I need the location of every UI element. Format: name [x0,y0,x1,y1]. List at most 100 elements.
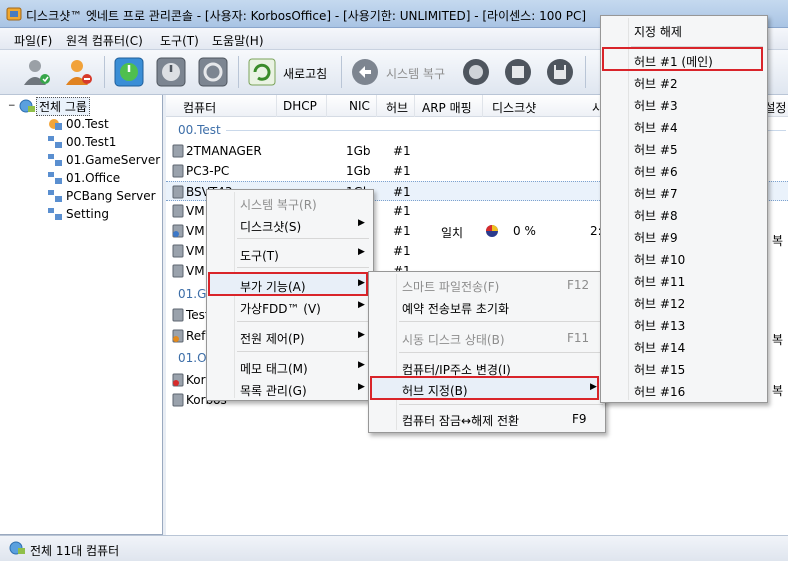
menu-tools[interactable]: 도구(T) [160,32,199,49]
submenu-arrow-icon: ▶ [358,247,365,257]
row-computer-name: Ref [186,329,206,343]
network-globe-icon [9,541,25,555]
toolbar-separator [341,56,342,88]
group-tree: − 전체 그룹 00.Test 00.Test1 01.GameServer 0… [0,95,163,535]
tree-item-01-gameserver[interactable]: 01.GameServer [46,151,162,169]
menu-hub-9[interactable]: 허브 #9 [604,225,764,247]
row-hub: #1 [393,224,411,238]
disk-icon[interactable] [459,55,493,89]
status-text: 전체 11대 컴퓨터 [30,544,120,558]
row-fragment: 복 [772,384,784,398]
menu-diskshot[interactable]: 디스크샷(S) ▶ [210,214,370,236]
reboot-icon[interactable] [196,55,230,89]
menu-tools-sub[interactable]: 도구(T) ▶ [210,243,370,265]
menu-list-management[interactable]: 목록 관리(G) ▶ [210,378,370,400]
power-on-icon[interactable] [112,55,146,89]
computer-alert-icon [172,224,184,238]
row-nic: 1Gb [346,144,371,158]
menu-toggle-lock[interactable]: 컴퓨터 잠금↔해제 전환 F9 [372,408,602,430]
menu-hub-8[interactable]: 허브 #8 [604,203,764,225]
col-hub[interactable]: 허브 [386,99,408,116]
system-restore-button[interactable]: 시스템 복구 [386,65,445,82]
group-network-icon [48,136,62,148]
refresh-icon[interactable] [245,55,279,89]
menu-remote-computer[interactable]: 원격 컴퓨터(C) [66,32,143,49]
row-computer-name: VM [186,244,205,258]
status-bar: 전체 11대 컴퓨터 [0,535,788,561]
user-logout-icon[interactable] [62,55,96,89]
row-hub: #1 [393,204,411,218]
row-computer-name: PC3-PC [186,164,230,178]
menu-hub-16[interactable]: 허브 #16 [604,379,764,401]
tree-item-01-office[interactable]: 01.Office [46,169,122,187]
menu-virtual-fdd[interactable]: 가상FDD™ (V) ▶ [210,296,370,318]
computer-icon [172,264,184,278]
row-computer-name: Kor [186,373,206,387]
computer-alert-icon [172,373,184,387]
power-off-icon[interactable] [154,55,188,89]
tree-item-label: PCBang Server [66,189,156,203]
menu-hub-7[interactable]: 허브 #7 [604,181,764,203]
menu-memo-tag[interactable]: 메모 태그(M) ▶ [210,356,370,378]
menu-reset-transfer-hold[interactable]: 예약 전송보류 초기화 [372,296,602,318]
row-diskshot: 0 % [513,224,536,238]
col-dhcp[interactable]: DHCP [283,99,317,113]
highlight-box [602,47,763,71]
row-fragment: 복 [772,234,784,248]
col-computer[interactable]: 컴퓨터 [183,99,216,116]
tree-item-label: 00.Test [66,117,109,131]
menu-hub-3[interactable]: 허브 #3 [604,93,764,115]
menu-hub-11[interactable]: 허브 #11 [604,269,764,291]
computer-alert-icon [172,329,184,343]
computer-icon [172,204,184,218]
stop-icon[interactable] [501,55,535,89]
tree-item-setting[interactable]: Setting [46,205,111,223]
col-arp[interactable]: ARP 매핑 [422,99,472,116]
menu-boot-disk-status[interactable]: 시동 디스크 상태(B) F11 [372,327,602,349]
menu-hub-12[interactable]: 허브 #12 [604,291,764,313]
row-hub: #1 [393,164,411,178]
group-network-icon [49,119,62,130]
row-computer-name: VM [186,204,205,218]
computer-icon [172,393,184,407]
group-header: 00.Test [178,123,221,137]
refresh-button[interactable]: 새로고침 [283,65,327,82]
menu-hub-5[interactable]: 허브 #5 [604,137,764,159]
tree-item-00-test[interactable]: 00.Test [46,115,111,133]
computer-icon [172,308,184,322]
menu-file[interactable]: 파일(F) [14,32,52,49]
computer-icon [172,244,184,258]
row-computer-name: 2TMANAGER [186,144,262,158]
menu-hub-10[interactable]: 허브 #10 [604,247,764,269]
tree-item-00-test1[interactable]: 00.Test1 [46,133,118,151]
menu-hub-15[interactable]: 허브 #15 [604,357,764,379]
system-restore-icon[interactable] [348,55,382,89]
row-computer-name: VM [186,264,205,278]
menu-help[interactable]: 도움말(H) [212,32,264,49]
save-icon[interactable] [543,55,577,89]
menu-hub-13[interactable]: 허브 #13 [604,313,764,335]
col-nic[interactable]: NIC [349,99,370,113]
tree-item-label: 00.Test1 [66,135,117,149]
submenu-arrow-icon: ▶ [358,382,365,392]
diskshot-status-icon [486,225,498,237]
menu-hub-2[interactable]: 허브 #2 [604,71,764,93]
menu-hub-4[interactable]: 허브 #4 [604,115,764,137]
computer-icon [172,164,184,178]
hub-submenu: 지정 해제 허브 #1 (메인) 허브 #2 허브 #3 허브 #4 허브 #5… [600,15,768,403]
menu-hub-14[interactable]: 허브 #14 [604,335,764,357]
menu-power-control[interactable]: 전원 제어(P) ▶ [210,326,370,348]
tree-item-all-groups[interactable]: − 전체 그룹 [8,96,90,116]
submenu-arrow-icon: ▶ [358,300,365,310]
group-network-icon [48,172,62,184]
tree-item-label: 01.GameServer [66,153,161,167]
col-diskshot[interactable]: 디스크샷 [492,99,536,116]
menu-unassign-hub[interactable]: 지정 해제 [604,19,764,41]
user-login-icon[interactable] [20,55,54,89]
tree-item-pcbang-server[interactable]: PCBang Server [46,187,158,205]
menu-system-restore[interactable]: 시스템 복구(R) [210,192,370,214]
menu-hub-6[interactable]: 허브 #6 [604,159,764,181]
submenu-arrow-icon: ▶ [358,218,365,228]
menu-smart-file-transfer[interactable]: 스마트 파일전송(F) F12 [372,274,602,296]
window-title: 디스크샷™ 엣네트 프로 관리콘솔 - [사용자: KorbosOffice] … [26,9,587,23]
